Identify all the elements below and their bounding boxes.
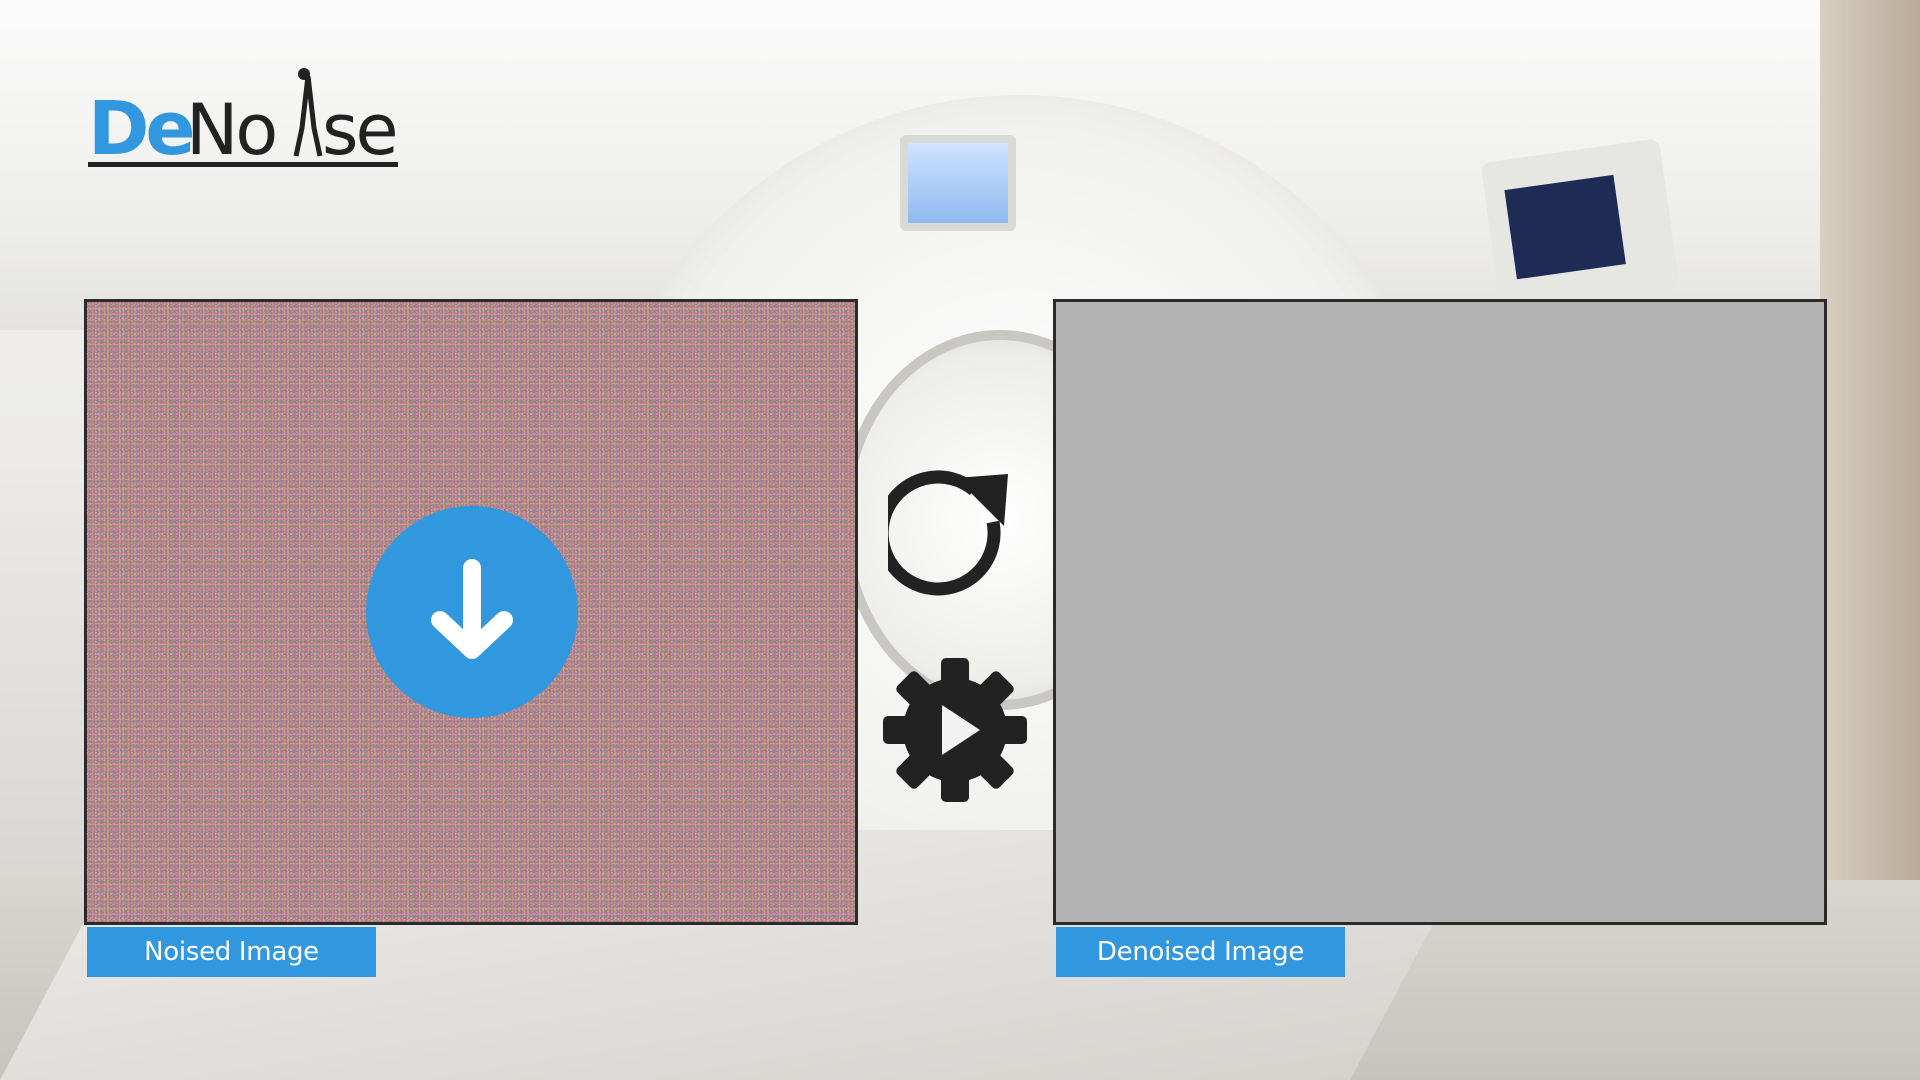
noised-image-label: Noised Image: [87, 927, 376, 977]
denoise-logo-graphic: De No se: [88, 68, 399, 172]
svg-text:De: De: [88, 86, 192, 172]
app-root: De No se Noised Image Denoised Image: [0, 0, 1920, 1080]
refresh-icon: [875, 470, 1008, 596]
upload-button[interactable]: [366, 506, 578, 718]
svg-text:se: se: [322, 89, 396, 171]
svg-text:No: No: [186, 89, 275, 171]
download-arrow-icon: [431, 559, 513, 659]
refresh-button[interactable]: [875, 470, 1018, 600]
gear-play-icon: [883, 658, 1027, 802]
denoised-image-panel: [1053, 299, 1827, 925]
background-monitor-screen: [1504, 174, 1626, 280]
noised-image-panel[interactable]: [84, 299, 858, 925]
background-scanner-screen: [900, 135, 1016, 231]
background-monitor: [1480, 138, 1680, 312]
run-denoise-button[interactable]: [880, 655, 1030, 805]
app-logo: De No se: [88, 66, 408, 176]
denoised-image-label: Denoised Image: [1056, 927, 1345, 977]
